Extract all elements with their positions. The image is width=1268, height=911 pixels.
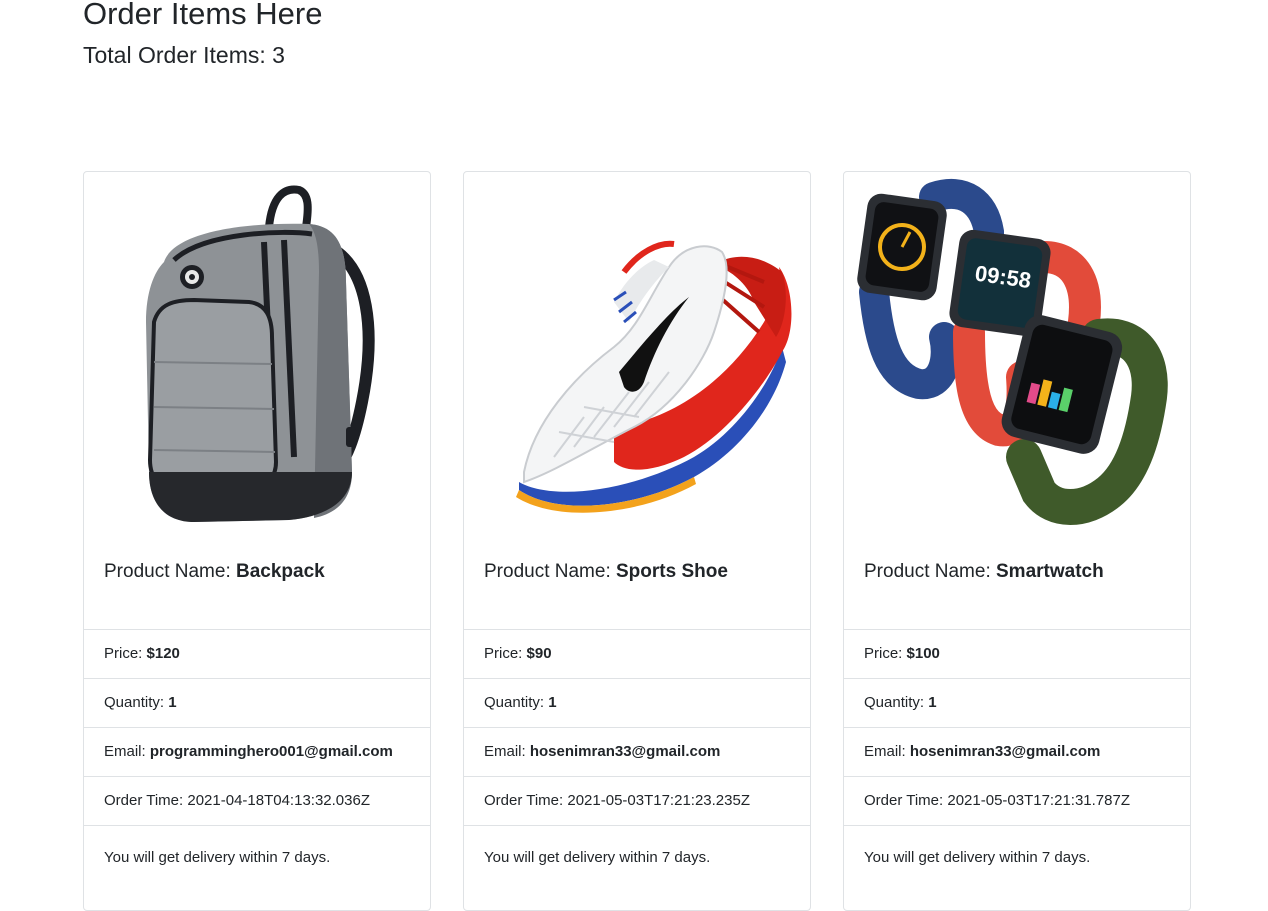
backpack-image bbox=[84, 172, 430, 532]
price-row: Price: $90 bbox=[464, 629, 810, 678]
delivery-note: You will get delivery within 7 days. bbox=[464, 825, 810, 910]
email-row: Email: programminghero001@gmail.com bbox=[84, 727, 430, 776]
order-card-backpack: Product Name: Backpack Price: $120 Quant… bbox=[83, 171, 431, 911]
order-card-smartwatch: 09:58 Product Name: Smartwatch Price: $1… bbox=[843, 171, 1191, 911]
order-details-list: Price: $100 Quantity: 1 Email: hosenimra… bbox=[844, 629, 1190, 825]
product-name: Product Name: Backpack bbox=[104, 561, 325, 582]
delivery-note: You will get delivery within 7 days. bbox=[844, 825, 1190, 910]
price-value: $120 bbox=[146, 645, 180, 662]
email-value: programminghero001@gmail.com bbox=[149, 743, 393, 760]
order-card-sports-shoe: Product Name: Sports Shoe Price: $90 Qua… bbox=[463, 171, 811, 911]
order-time-row: Order Time: 2021-05-03T17:21:31.787Z bbox=[844, 776, 1190, 825]
product-name-value: Backpack bbox=[236, 561, 325, 582]
price-value: $100 bbox=[906, 645, 940, 662]
quantity-value: 1 bbox=[548, 694, 557, 711]
quantity-value: 1 bbox=[928, 694, 937, 711]
email-row: Email: hosenimran33@gmail.com bbox=[464, 727, 810, 776]
total-order-items: Total Order Items: 3 bbox=[83, 42, 285, 68]
order-time-value: 2021-05-03T17:21:23.235Z bbox=[567, 792, 750, 809]
order-details-list: Price: $90 Quantity: 1 Email: hosenimran… bbox=[464, 629, 810, 825]
page-title: Order Items Here bbox=[83, 0, 323, 31]
order-time-value: 2021-04-18T04:13:32.036Z bbox=[187, 792, 370, 809]
order-time-row: Order Time: 2021-04-18T04:13:32.036Z bbox=[84, 776, 430, 825]
product-name: Product Name: Sports Shoe bbox=[484, 561, 728, 582]
price-row: Price: $100 bbox=[844, 629, 1190, 678]
smartwatch-image: 09:58 bbox=[844, 172, 1190, 532]
email-value: hosenimran33@gmail.com bbox=[909, 743, 1101, 760]
quantity-value: 1 bbox=[168, 694, 177, 711]
price-row: Price: $120 bbox=[84, 629, 430, 678]
quantity-row: Quantity: 1 bbox=[844, 678, 1190, 727]
product-name: Product Name: Smartwatch bbox=[864, 561, 1104, 582]
order-details-list: Price: $120 Quantity: 1 Email: programmi… bbox=[84, 629, 430, 825]
quantity-row: Quantity: 1 bbox=[84, 678, 430, 727]
product-name-value: Smartwatch bbox=[996, 561, 1104, 582]
price-value: $90 bbox=[526, 645, 552, 662]
product-name-value: Sports Shoe bbox=[616, 561, 728, 582]
order-time-value: 2021-05-03T17:21:31.787Z bbox=[947, 792, 1130, 809]
sports-shoe-image bbox=[464, 172, 810, 532]
order-time-row: Order Time: 2021-05-03T17:21:23.235Z bbox=[464, 776, 810, 825]
email-value: hosenimran33@gmail.com bbox=[529, 743, 721, 760]
quantity-row: Quantity: 1 bbox=[464, 678, 810, 727]
delivery-note: You will get delivery within 7 days. bbox=[84, 825, 430, 910]
email-row: Email: hosenimran33@gmail.com bbox=[844, 727, 1190, 776]
